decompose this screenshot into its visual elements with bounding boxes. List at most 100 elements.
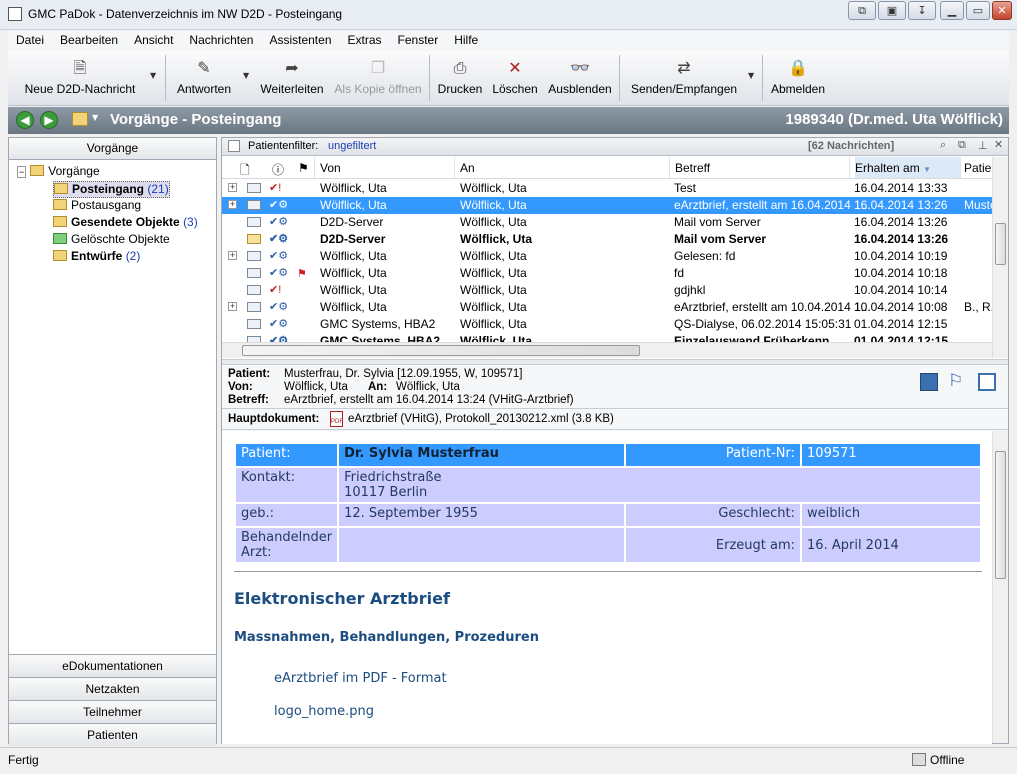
lock-icon: 🔒 [788, 60, 808, 77]
reply-button[interactable]: ✎ Antworten [172, 55, 236, 103]
message-row-unread[interactable]: ✔⚙ D2D-Server Wölflick, Uta Mail vom Server… [222, 231, 992, 248]
col-from[interactable]: Von [320, 161, 341, 175]
message-row[interactable]: ✔⚙ D2D-Server Wölflick, Uta Mail vom Server… [222, 214, 992, 231]
netzakten-button[interactable]: Netzakten [9, 677, 216, 700]
message-row[interactable]: + ✔⚙ Wölflick, Uta Wölflick, Uta Gelesen: fd… [222, 248, 992, 265]
right-pane: Patientenfilter: ungefiltert [62 Nachric… [221, 137, 1009, 744]
minimize-button[interactable]: ▁ [940, 1, 964, 20]
print-button[interactable]: ⎙ Drucken [436, 55, 484, 103]
send-receive-dropdown-icon[interactable]: ▼ [748, 71, 754, 80]
message-row[interactable]: ✔⚙ GMC Systems, HBA2 Wölflick, Uta QS-Dialy… [222, 316, 992, 333]
menu-assistenten[interactable]: Assistenten [261, 31, 339, 47]
message-row[interactable]: + ✔⚙ Wölflick, Uta Wölflick, Uta eArztbrief,… [222, 299, 992, 316]
patient-filter-link[interactable]: ungefiltert [328, 140, 376, 152]
toolbar: 🗎 Neue D2D-Nachricht ▼ ✎ Antworten ▼ ➦ Weit… [8, 51, 1009, 106]
verify-icon[interactable]: ⚐ [948, 371, 963, 391]
maximize-button[interactable]: ▭ [966, 1, 990, 20]
section-heading: Massnahmen, Behandlungen, Prozeduren [234, 630, 539, 645]
pin-icon[interactable]: ↧ [908, 1, 936, 20]
tree-item-posteingang[interactable]: Posteingang (21) [53, 181, 170, 198]
menu-fenster[interactable]: Fenster [390, 31, 447, 47]
edokumentationen-button[interactable]: eDokumentationen [9, 654, 216, 677]
col-subject[interactable]: Betreff [675, 161, 710, 175]
user-label: 1989340 (Dr.med. Uta Wölflick) [785, 111, 1003, 128]
pdf-icon: PDF [330, 411, 343, 427]
hide-button[interactable]: 👓 Ausblenden [546, 55, 614, 103]
left-pane: Vorgänge − Vorgänge Posteingang (21) Post… [8, 137, 217, 746]
navigation-bar: ◀ ▶ ▼ Vorgänge - Posteingang 1989340 (Dr… [8, 107, 1009, 134]
forward-icon: ➦ [285, 60, 299, 77]
logo-link[interactable]: logo_home.png [274, 704, 374, 719]
tile-icon[interactable]: ▣ [878, 1, 906, 20]
main-document-bar: Hauptdokument: PDF eArztbrief (VHitG), P… [222, 408, 1008, 430]
folder-dropdown-icon[interactable]: ▼ [92, 113, 98, 122]
message-list-vscroll[interactable] [992, 157, 1008, 358]
col-flag-icon[interactable]: ⚑ [298, 161, 309, 175]
document-vscroll[interactable] [992, 431, 1008, 743]
red-flag-icon: ⚑ [297, 268, 307, 280]
folder-icon [30, 165, 45, 176]
outbox-icon [53, 199, 67, 210]
patienten-button[interactable]: Patienten [9, 723, 216, 746]
divider-line [234, 571, 982, 572]
menu-bearbeiten[interactable]: Bearbeiten [52, 31, 126, 47]
reply-dropdown-icon[interactable]: ▼ [243, 71, 249, 80]
hide-icon: 👓 [570, 60, 590, 77]
forward-button[interactable]: ➦ Weiterleiten [258, 55, 326, 103]
menu-ansicht[interactable]: Ansicht [126, 31, 181, 47]
pin-icon[interactable]: ⊥ [978, 139, 988, 152]
tree-item-postausgang[interactable]: Postausgang [53, 198, 141, 215]
status-text: Fertig [8, 753, 39, 767]
menu-hilfe[interactable]: Hilfe [446, 31, 486, 47]
back-icon[interactable]: ◀ [16, 111, 34, 129]
send-receive-button[interactable]: ⇄ Senden/Empfangen [628, 55, 740, 103]
message-row[interactable]: ✔⚙ ⚑ Wölflick, Uta Wölflick, Uta fd 10.04.201… [222, 265, 992, 282]
menu-datei[interactable]: Datei [8, 31, 52, 47]
col-icon-doc[interactable]: 🗋 [240, 161, 250, 182]
teilnehmer-button[interactable]: Teilnehmer [9, 700, 216, 723]
left-pane-header: Vorgänge [9, 138, 216, 160]
menu-bar: Datei Bearbeiten Ansicht Nachrichten Assiste… [8, 31, 1009, 51]
col-received[interactable]: Erhalten am ▼ [855, 157, 960, 178]
menu-extras[interactable]: Extras [340, 31, 390, 47]
created-date: 16. April 2014 [800, 526, 982, 564]
new-dropdown-icon[interactable]: ▼ [150, 71, 156, 80]
reply-icon: ✎ [197, 60, 211, 77]
new-message-button[interactable]: 🗎 Neue D2D-Nachricht [18, 55, 142, 103]
restore-left-icon[interactable]: ⧉ [848, 1, 876, 20]
tree-item-geloescht[interactable]: Gelöschte Objekte [53, 232, 170, 249]
tree-item-gesendet[interactable]: Gesendete Objekte (3) [53, 215, 198, 232]
message-list-hscroll[interactable] [222, 342, 992, 358]
patient-name: Dr. Sylvia Musterfrau [337, 442, 626, 468]
tree-item-entwuerfe[interactable]: Entwürfe (2) [53, 249, 140, 266]
logout-button[interactable]: 🔒 Abmelden [768, 55, 828, 103]
message-row[interactable]: + ✔! Wölflick, Uta Wölflick, Uta Test 16.04.2… [222, 180, 992, 197]
delete-button[interactable]: ✕ Löschen [490, 55, 540, 103]
filter-clear-icon[interactable]: ⌕ [940, 139, 946, 152]
menu-nachrichten[interactable]: Nachrichten [181, 31, 261, 47]
open-copy-button[interactable]: ❐ Als Kopie öffnen [332, 55, 424, 103]
col-to[interactable]: An [460, 161, 475, 175]
document-view: Patient: Dr. Sylvia Musterfrau Patient-N… [222, 431, 992, 744]
close-button[interactable]: ✕ [992, 1, 1012, 20]
patient-dob: 12. September 1955 [337, 502, 626, 528]
pdf-link[interactable]: eArztbrief im PDF - Format [274, 671, 447, 686]
forward-nav-icon[interactable]: ▶ [40, 111, 58, 129]
message-row-selected[interactable]: + ✔⚙ Wölflick, Uta Wölflick, Uta eArztbrief,… [222, 197, 992, 214]
doctor-value [337, 526, 626, 564]
folder-icon[interactable] [72, 112, 88, 126]
message-row[interactable]: ✔! Wölflick, Uta Wölflick, Uta gdjhkl 10.04.… [222, 282, 992, 299]
printer-icon: ⎙ [453, 60, 467, 77]
fullscreen-icon[interactable] [978, 373, 996, 391]
filter-icon[interactable] [228, 140, 240, 152]
save-icon[interactable] [920, 373, 938, 391]
tree-root[interactable]: − Vorgänge [17, 164, 100, 181]
filter-bar: Patientenfilter: ungefiltert [62 Nachric… [222, 138, 1008, 156]
patient-contact: Friedrichstraße 10117 Berlin [337, 466, 982, 504]
close-pane-icon[interactable]: ✕ [994, 138, 1003, 151]
col-importance-icon[interactable]: ⓘ [272, 161, 284, 178]
message-row[interactable]: ✔⚙ GMC Systems, HBA2 Wölflick, Uta Einzelau… [222, 333, 992, 342]
drafts-icon [53, 250, 67, 261]
undock-icon[interactable]: ⧉ [958, 139, 966, 152]
main-document-link[interactable]: eArztbrief (VHitG), Protokoll_20130212.x… [348, 413, 614, 425]
